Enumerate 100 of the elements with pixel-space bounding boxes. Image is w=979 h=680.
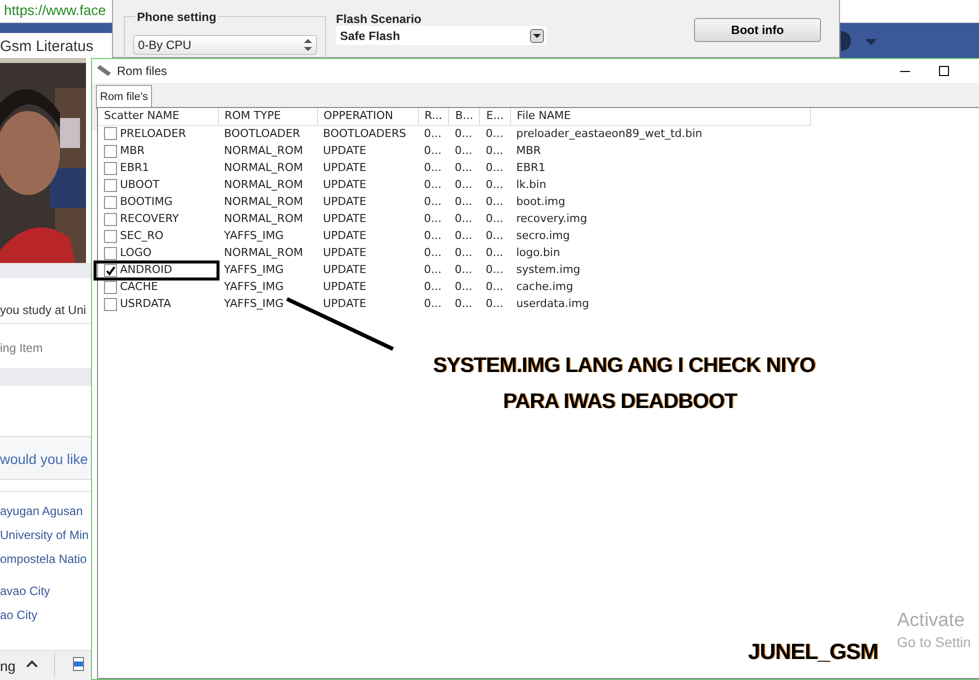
table-cell-text: 0... <box>484 143 504 160</box>
sidebar-link[interactable]: ompostela Natio <box>0 546 91 570</box>
table-cell-text: recovery.img <box>515 211 588 228</box>
table-cell-text: UPDATE <box>322 143 368 160</box>
table-cell-text: MBR <box>515 143 542 160</box>
checkbox[interactable] <box>104 298 117 311</box>
table-cell-text: YAFFS_IMG <box>223 296 285 312</box>
table-cell: UBOOT <box>120 178 160 192</box>
table-cell-text: UPDATE <box>322 160 368 176</box>
table-cell-text: cache.img <box>515 279 574 296</box>
table-cell-text: logo.bin <box>515 245 562 262</box>
table-cell: 0... <box>480 125 510 143</box>
table-cell: BOOTLOADERS <box>317 125 418 143</box>
boot-info-button[interactable]: Boot info <box>694 18 821 42</box>
annotation-text: SYSTEM.IMG LANG ANG I CHECK NIYO <box>433 353 816 379</box>
table-cell-text: 0... <box>454 245 474 262</box>
checkbox[interactable] <box>104 212 117 226</box>
column-header[interactable]: Scatter NAME <box>98 108 218 125</box>
question-text: would you like <box>0 436 91 480</box>
flash-scenario-select[interactable]: Safe Flash <box>336 26 546 45</box>
table-cell: CACHE <box>120 280 158 294</box>
table-cell: 0... <box>418 125 449 143</box>
table-cell-text: system.img <box>515 262 582 278</box>
table-cell-text: 0... <box>423 296 442 312</box>
table-cell-text: 0... <box>423 177 442 194</box>
table-cell-text: 0... <box>423 143 442 160</box>
table-cell-text: EBR1 <box>515 160 546 176</box>
table-cell-text: UPDATE <box>322 194 368 210</box>
table-cell-text: NORMAL_ROM <box>223 143 304 160</box>
table-cell-text: 0... <box>423 194 442 210</box>
table-cell-text: 0... <box>423 228 442 244</box>
table-cell-text: UPDATE <box>322 177 368 194</box>
column-header[interactable]: OPPERATION <box>317 108 418 125</box>
phone-setting-select[interactable]: 0-By CPU <box>133 35 317 55</box>
chip-icon <box>96 65 112 77</box>
table-cell-text: 0... <box>454 160 474 176</box>
checkbox[interactable] <box>104 246 117 260</box>
app-icon[interactable] <box>73 657 84 671</box>
address-bar-text[interactable]: https://www.face <box>4 2 106 18</box>
table-cell-text: 0... <box>454 211 474 228</box>
column-header[interactable]: ROM TYPE <box>218 108 317 125</box>
annotation-text: PARA IWAS DEADBOOT <box>503 389 737 415</box>
table-cell-text: 0... <box>423 279 442 296</box>
checkbox[interactable] <box>104 162 117 175</box>
table-cell-text: 0... <box>484 262 504 278</box>
checkbox[interactable] <box>104 230 117 243</box>
maximize-icon[interactable] <box>939 66 949 76</box>
checkbox[interactable] <box>104 196 117 209</box>
minimize-icon[interactable] <box>900 70 910 72</box>
table-cell: LOGO <box>120 246 152 260</box>
table-cell-text: YAFFS_IMG <box>223 228 285 244</box>
table-cell-text: YAFFS_IMG <box>223 279 285 296</box>
spinner-icon <box>304 39 312 51</box>
table-cell-text: YAFFS_IMG <box>223 262 285 278</box>
sidebar-link[interactable]: University of Min <box>0 522 91 546</box>
table-cell-text: 0... <box>484 245 504 262</box>
table-cell: EBR1 <box>120 161 150 174</box>
checkbox[interactable] <box>104 280 117 294</box>
table-cell: preloader_eastaeon89_wet_td.bin <box>510 125 810 143</box>
table-cell: MBR <box>120 144 145 158</box>
table-cell-text: UPDATE <box>322 211 368 228</box>
checkbox[interactable] <box>104 127 117 140</box>
column-header[interactable]: B... <box>448 108 480 125</box>
checkbox[interactable] <box>104 178 117 192</box>
table-cell-text: NORMAL_ROM <box>223 160 304 176</box>
taskbar-text: ng <box>0 657 16 676</box>
checkbox[interactable] <box>104 144 117 158</box>
table-cell: BOOTIMG <box>120 195 173 208</box>
table-cell-text: 0... <box>484 177 504 194</box>
profile-name-field[interactable]: Gsm Literatus <box>0 33 112 58</box>
table-cell-text: UPDATE <box>322 296 368 312</box>
checkbox[interactable] <box>104 264 117 277</box>
table-cell: PRELOADER <box>120 127 186 140</box>
table-cell-text: 0... <box>454 296 474 312</box>
sidebar-text: you study at Uni <box>0 302 88 319</box>
table-cell-text: 0... <box>484 211 504 228</box>
table-cell-text: 0... <box>423 245 442 262</box>
sidebar-link[interactable]: ayugan Agusan <box>0 492 91 522</box>
dropdown-caret-icon[interactable] <box>865 39 877 45</box>
table-cell-text: userdata.img <box>515 296 590 312</box>
tab[interactable]: Rom file's <box>96 85 152 108</box>
column-header[interactable]: File NAME <box>510 108 810 125</box>
table-cell-text: 0... <box>423 262 442 278</box>
column-header[interactable]: R... <box>418 108 449 125</box>
table-cell-text: 0... <box>423 160 442 176</box>
table-cell-text: boot.img <box>515 194 566 210</box>
table-cell: RECOVERY <box>120 212 179 226</box>
table-cell-text: 0... <box>423 211 442 228</box>
column-header[interactable]: E... <box>480 108 510 125</box>
table-cell: ANDROID <box>120 263 172 276</box>
activation-notice: Activate <box>897 609 965 633</box>
table-cell-text: 0... <box>454 228 474 244</box>
table-cell-text: 0... <box>454 143 474 160</box>
table-cell: SEC_RO <box>120 229 164 242</box>
table-cell: 0... <box>448 125 480 143</box>
sidebar-link[interactable]: ao City <box>0 602 91 626</box>
window-title: Rom files <box>117 63 168 80</box>
table-cell-text: UPDATE <box>322 245 368 262</box>
table-cell-text: NORMAL_ROM <box>223 245 304 262</box>
sidebar-link[interactable]: avao City <box>0 570 91 602</box>
